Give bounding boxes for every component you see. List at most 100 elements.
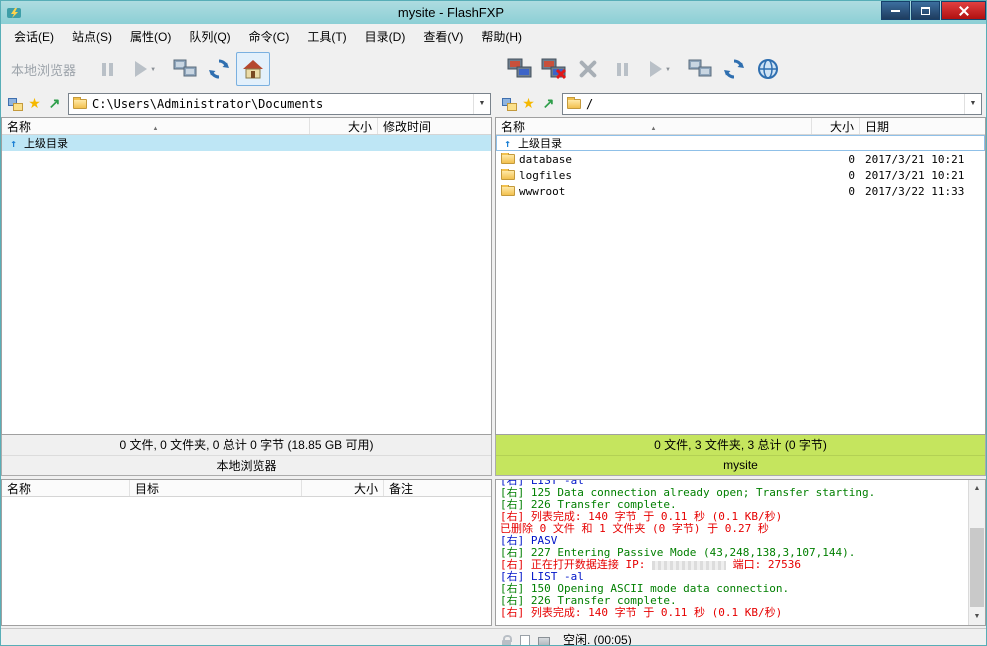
scroll-down-icon[interactable] bbox=[969, 608, 985, 625]
close-button[interactable] bbox=[941, 1, 986, 20]
file-row[interactable]: wwwroot02017/3/22 11:33 bbox=[496, 183, 985, 199]
transfer-remote-button[interactable] bbox=[683, 52, 717, 86]
remote-path-combobox[interactable]: / bbox=[562, 93, 982, 115]
file-name: logfiles bbox=[519, 169, 572, 182]
queue-list[interactable] bbox=[2, 497, 491, 625]
parent-directory-icon bbox=[501, 137, 514, 150]
disconnect-button[interactable] bbox=[537, 52, 571, 86]
lock-icon bbox=[498, 633, 514, 646]
toolbar: 本地浏览器 bbox=[1, 48, 986, 90]
play-icon bbox=[135, 61, 147, 77]
abort-button[interactable] bbox=[571, 52, 605, 86]
pause-transfer-button[interactable] bbox=[90, 52, 124, 86]
transfer-queue-button[interactable] bbox=[168, 52, 202, 86]
menu-item[interactable]: 会话(E) bbox=[5, 24, 63, 49]
column-header-label: 名称 bbox=[7, 118, 31, 134]
column-header-label: 名称 bbox=[501, 118, 525, 134]
file-row[interactable]: database02017/3/21 10:21 bbox=[496, 151, 985, 167]
pause-remote-button[interactable] bbox=[605, 52, 639, 86]
favorites-star-icon[interactable] bbox=[519, 94, 538, 113]
start-remote-button[interactable] bbox=[639, 52, 673, 86]
connect-button[interactable] bbox=[503, 52, 537, 86]
remote-status-counts: 0 文件, 3 文件夹, 3 总计 (0 字节) bbox=[496, 435, 985, 455]
toolbar-remote bbox=[495, 48, 986, 90]
column-header[interactable]: 修改时间 bbox=[378, 118, 491, 134]
folder-icon bbox=[501, 170, 515, 180]
local-path-combobox[interactable]: C:\Users\Administrator\Documents bbox=[68, 93, 491, 115]
disconnect-icon bbox=[540, 57, 568, 81]
refresh-icon bbox=[723, 58, 745, 80]
sort-arrow-icon bbox=[153, 119, 159, 133]
favorites-star-icon[interactable] bbox=[25, 94, 44, 113]
column-header[interactable]: 日期 bbox=[860, 118, 985, 134]
home-button[interactable] bbox=[236, 52, 270, 86]
file-date: 2017/3/21 10:21 bbox=[860, 153, 985, 166]
column-header[interactable]: 名称 bbox=[2, 480, 130, 496]
menu-item[interactable]: 工具(T) bbox=[298, 24, 355, 49]
scroll-up-icon[interactable] bbox=[969, 480, 985, 497]
start-transfer-button[interactable] bbox=[124, 52, 158, 86]
go-up-icon[interactable] bbox=[539, 94, 558, 113]
local-path-text: C:\Users\Administrator\Documents bbox=[92, 97, 473, 111]
column-header[interactable]: 名称 bbox=[2, 118, 310, 134]
refresh-icon bbox=[208, 58, 230, 80]
refresh-remote-button[interactable] bbox=[717, 52, 751, 86]
transfer-icon bbox=[687, 58, 713, 80]
pause-icon bbox=[617, 63, 628, 76]
file-name: database bbox=[519, 153, 572, 166]
column-header-label: 修改时间 bbox=[383, 118, 431, 134]
dropdown-arrow-icon[interactable] bbox=[473, 94, 490, 114]
dropdown-arrow-icon[interactable] bbox=[964, 94, 981, 114]
menu-item[interactable]: 查看(V) bbox=[414, 24, 472, 49]
column-header[interactable]: 大小 bbox=[812, 118, 860, 134]
menu-item[interactable]: 站点(S) bbox=[63, 24, 121, 49]
menu-item[interactable]: 命令(C) bbox=[240, 24, 299, 49]
minimize-button[interactable] bbox=[881, 1, 910, 20]
file-name: 上级目录 bbox=[24, 135, 68, 151]
folder-icon bbox=[501, 186, 515, 196]
file-date: 2017/3/22 11:33 bbox=[860, 185, 985, 198]
remote-address-bar: / bbox=[495, 90, 986, 117]
log-scrollbar[interactable] bbox=[968, 480, 985, 625]
chevron-down-icon bbox=[665, 60, 671, 74]
column-header[interactable]: 目标 bbox=[130, 480, 302, 496]
minimize-icon bbox=[891, 10, 900, 12]
file-size: 0 bbox=[812, 169, 860, 182]
local-status-label: 本地浏览器 bbox=[2, 455, 491, 476]
title-bar[interactable]: mysite - FlashFXP bbox=[1, 1, 986, 24]
globe-icon bbox=[757, 58, 779, 80]
column-header[interactable]: 大小 bbox=[302, 480, 384, 496]
remote-file-panel: 名称大小日期 上级目录database02017/3/21 10:21logfi… bbox=[495, 117, 986, 435]
menu-bar: 会话(E)站点(S)属性(O)队列(Q)命令(C)工具(T)目录(D)查看(V)… bbox=[1, 24, 986, 48]
column-header-label: 备注 bbox=[389, 480, 413, 496]
folder-tree-icon[interactable] bbox=[5, 94, 24, 113]
column-header[interactable]: 备注 bbox=[384, 480, 491, 496]
menu-item[interactable]: 目录(D) bbox=[356, 24, 415, 49]
maximize-button[interactable] bbox=[911, 1, 940, 20]
menu-item[interactable]: 队列(Q) bbox=[180, 24, 239, 49]
remote-status-sitename: mysite bbox=[496, 455, 985, 476]
abort-x-icon bbox=[579, 60, 597, 78]
scrollbar-thumb[interactable] bbox=[970, 528, 984, 607]
sort-arrow-icon bbox=[651, 119, 657, 133]
remote-column-headers: 名称 大小日期 bbox=[496, 118, 985, 135]
log-panel[interactable]: [右] LIST -al[右] 125 Data connection alre… bbox=[495, 479, 986, 626]
folder-tree-icon[interactable] bbox=[499, 94, 518, 113]
flashfxp-window: mysite - FlashFXP 会话(E)站点(S)属性(O)队列(Q)命令… bbox=[0, 0, 987, 646]
refresh-local-button[interactable] bbox=[202, 52, 236, 86]
local-file-list[interactable]: 上级目录 bbox=[2, 135, 491, 434]
file-row[interactable]: logfiles02017/3/21 10:21 bbox=[496, 167, 985, 183]
site-manager-button[interactable] bbox=[751, 52, 785, 86]
file-row[interactable]: 上级目录 bbox=[496, 135, 985, 151]
menu-item[interactable]: 帮助(H) bbox=[472, 24, 531, 49]
column-header-label: 大小 bbox=[830, 118, 854, 134]
file-row[interactable]: 上级目录 bbox=[2, 135, 491, 151]
column-header[interactable]: 大小 bbox=[310, 118, 378, 134]
window-title: mysite - FlashFXP bbox=[22, 5, 880, 20]
column-header[interactable]: 名称 bbox=[496, 118, 812, 134]
menu-item[interactable]: 属性(O) bbox=[121, 24, 180, 49]
status-strips: 0 文件, 0 文件夹, 0 总计 0 字节 (18.85 GB 可用) 本地浏… bbox=[1, 435, 986, 476]
remote-file-list[interactable]: 上级目录database02017/3/21 10:21 logfiles 0201… bbox=[496, 135, 985, 434]
go-up-icon[interactable] bbox=[45, 94, 64, 113]
censored-ip-block bbox=[652, 561, 726, 570]
